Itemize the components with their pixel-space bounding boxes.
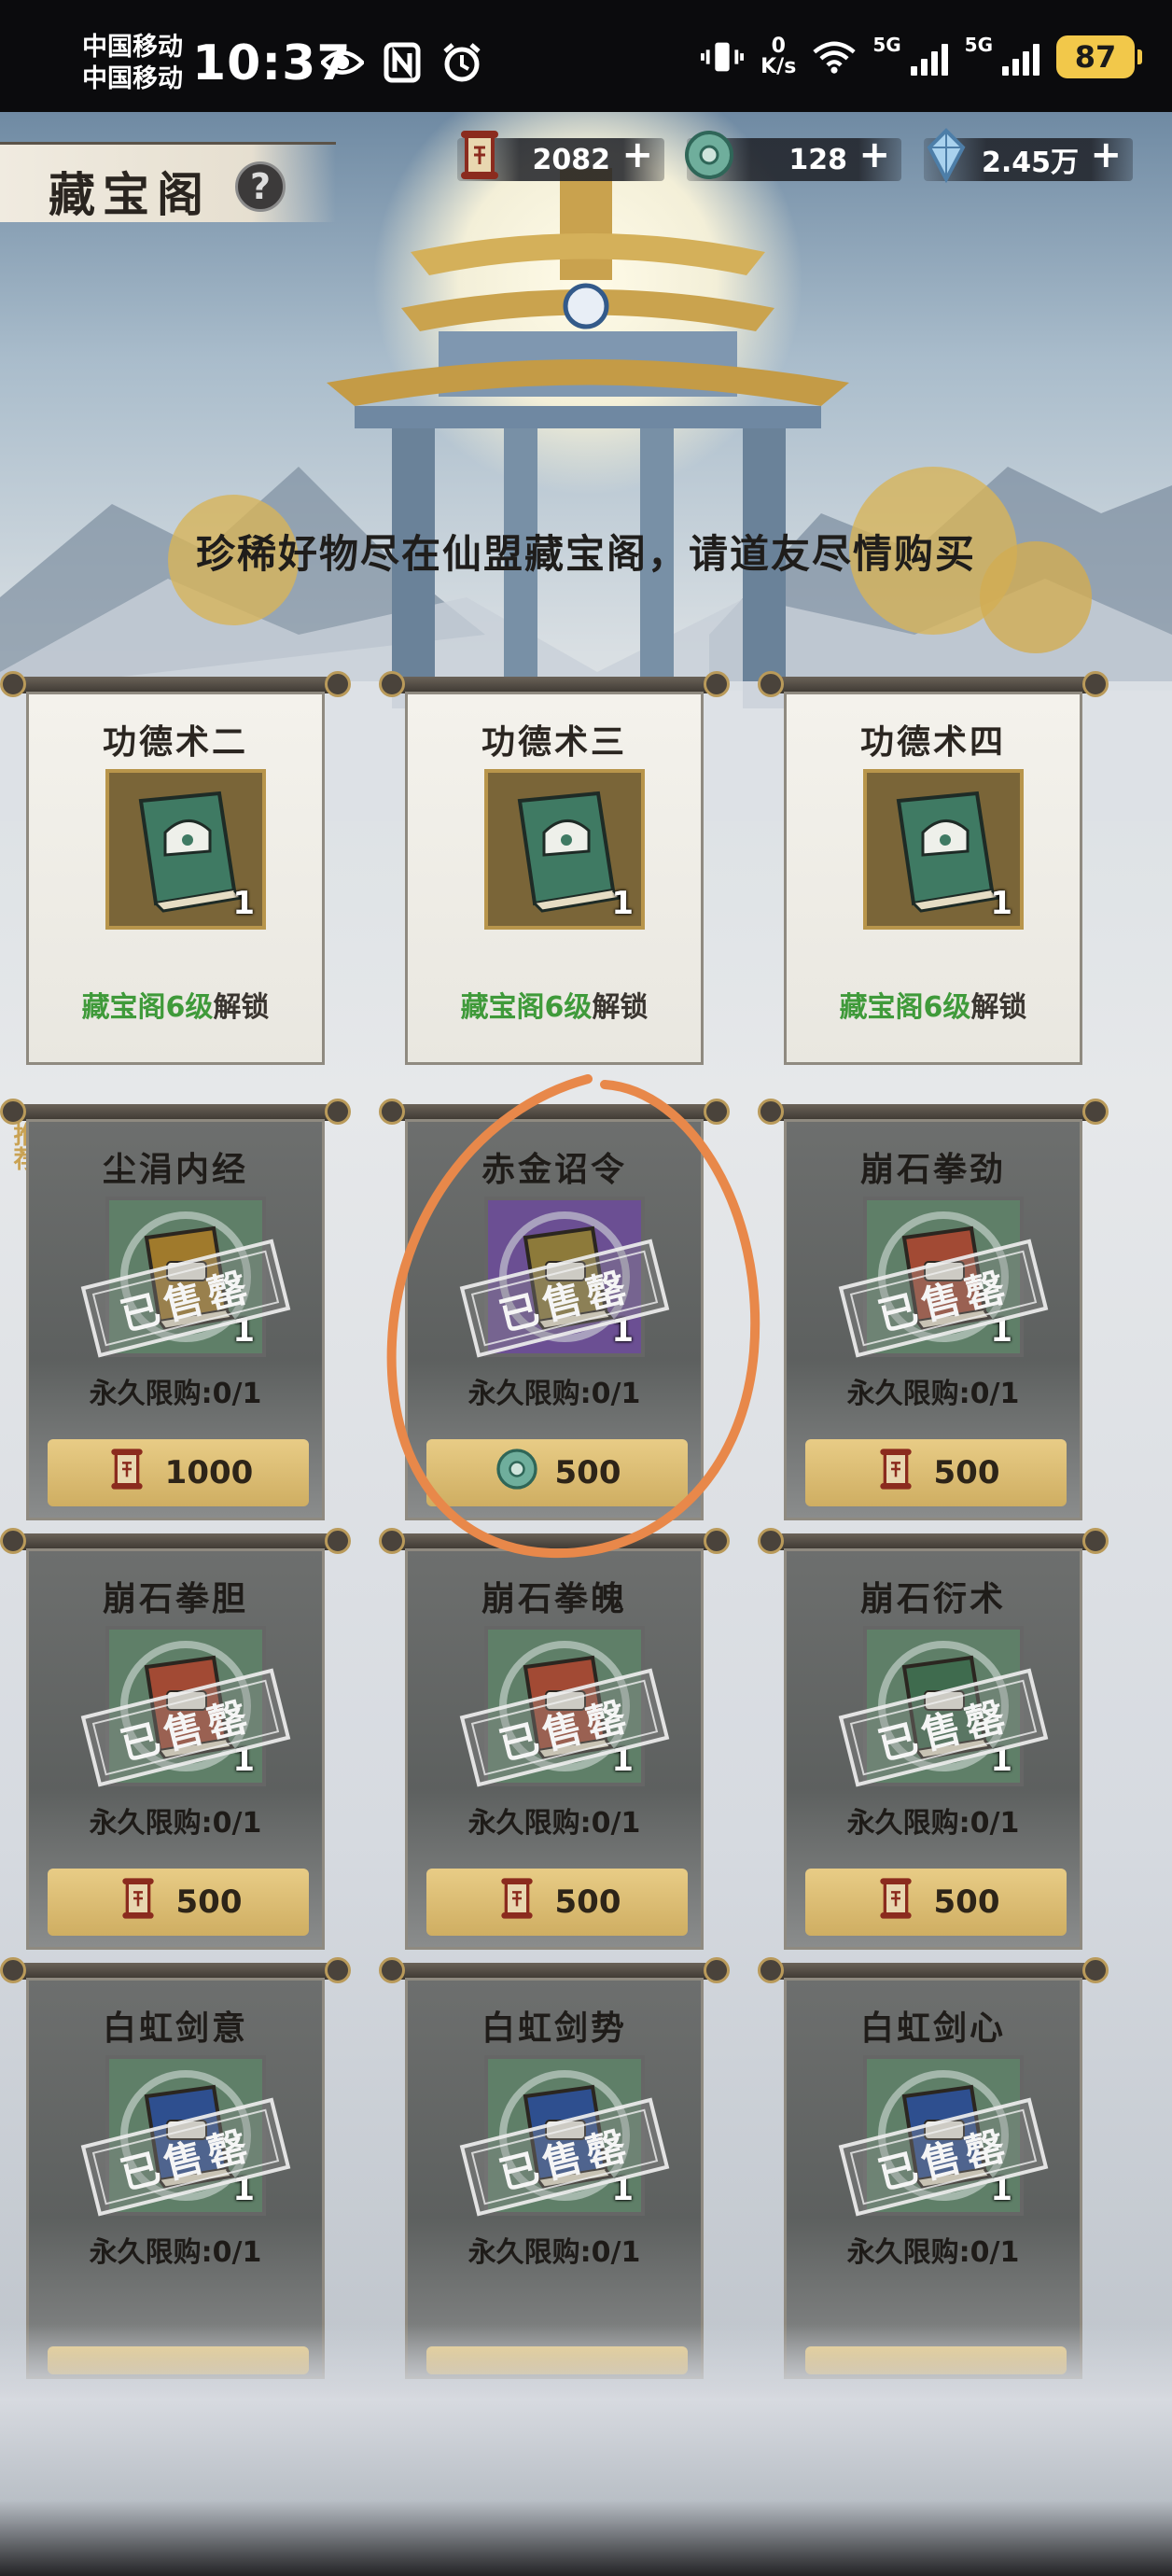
unlock-requirement: 藏宝阁6级解锁 <box>408 984 701 1025</box>
signal-bars-icon <box>1002 38 1039 76</box>
price-button[interactable]: 500 <box>426 1869 688 1936</box>
item-name: 崩石衍术 <box>859 1579 1006 1618</box>
price-button[interactable]: 500 <box>805 1869 1067 1936</box>
item-name: 白虹剑心 <box>859 2009 1006 2048</box>
add-scroll-token-button[interactable]: + <box>621 134 653 175</box>
item-name: 崩石拳劲 <box>859 1150 1006 1189</box>
price-value: 1000 <box>164 1454 254 1491</box>
price-value: 500 <box>933 1454 1000 1491</box>
item-quantity: 1 <box>611 885 634 922</box>
wifi-icon <box>813 35 856 78</box>
purchase-limit: 永久限购:0/1 <box>467 1807 641 1840</box>
page-title: 藏宝阁 <box>49 167 211 222</box>
unlock-suffix: 解锁 <box>592 991 649 1024</box>
signal-type-1: 5G <box>872 34 901 56</box>
card-body: 功德术四 1 藏宝阁6级解锁 <box>784 692 1082 1065</box>
status-icons <box>321 41 483 84</box>
help-button[interactable]: ? <box>235 161 286 212</box>
item-name: 崩石拳魄 <box>481 1579 627 1618</box>
unlock-level: 藏宝阁6级 <box>81 991 214 1024</box>
nfc-icon <box>381 41 424 84</box>
purchase-limit: 永久限购:0/1 <box>467 2236 641 2269</box>
scroll-token-icon <box>494 1875 540 1930</box>
card-body: 崩石拳胆 1 已售罄 永久限购:0/1 500 <box>26 1548 325 1950</box>
unlock-requirement: 藏宝阁6级解锁 <box>29 984 322 1025</box>
spirit-crystal-icon <box>918 127 974 184</box>
card-body: 功德术二 1 藏宝阁6级解锁 <box>26 692 325 1065</box>
purchase-limit: 永久限购:0/1 <box>846 2236 1020 2269</box>
price-button[interactable]: 1000 <box>48 1439 309 1506</box>
item-name: 尘涓内经 <box>102 1150 248 1189</box>
price-value: 500 <box>554 1883 621 1921</box>
alarm-icon <box>440 41 483 84</box>
item-name: 白虹剑意 <box>102 2009 248 2048</box>
item-name: 功德术二 <box>102 722 248 762</box>
page-title-plate: 藏宝阁 ? <box>0 142 336 222</box>
item-icon-frame: 1 <box>863 769 1024 930</box>
purchase-limit: 永久限购:0/1 <box>846 1807 1020 1840</box>
status-right: 0 K/s 5G 5G 87 <box>701 34 1142 80</box>
price-value: 500 <box>554 1454 621 1491</box>
scroll-token-icon <box>104 1446 150 1501</box>
status-bar: 中国移动 中国移动 10:37 0 K/s 5G 5G 87 <box>0 0 1172 112</box>
item-name: 功德术三 <box>481 722 627 762</box>
item-quantity: 1 <box>232 885 255 922</box>
bottom-mist <box>0 2324 1172 2576</box>
carrier-labels: 中国移动 中国移动 <box>82 32 183 95</box>
card-body: 崩石拳魄 1 已售罄 永久限购:0/1 500 <box>405 1548 704 1950</box>
carrier-label: 中国移动 <box>82 33 183 62</box>
item-name: 白虹剑势 <box>481 2009 627 2048</box>
net-speed: 0 K/s <box>760 35 797 78</box>
scroll-token-icon <box>115 1875 161 1930</box>
purchase-limit: 永久限购:0/1 <box>89 1807 262 1840</box>
currency-spirit-crystal: 2.45万 + <box>924 128 1133 185</box>
scroll-token-icon <box>872 1446 919 1501</box>
card-body: 功德术三 1 藏宝阁6级解锁 <box>405 692 704 1065</box>
carrier-label: 中国移动 <box>82 64 183 93</box>
signal-bars-icon <box>910 38 948 76</box>
add-jade-coin-button[interactable]: + <box>858 134 890 175</box>
item-name: 赤金诏令 <box>481 1150 627 1189</box>
unlock-suffix: 解锁 <box>970 991 1027 1024</box>
scroll-token-icon <box>452 127 508 183</box>
shop-slogan: 珍稀好物尽在仙盟藏宝阁，请道友尽情购买 <box>195 531 976 577</box>
card-body: 赤金诏令 1 已售罄 永久限购:0/1 500 <box>405 1119 704 1520</box>
purchase-limit: 永久限购:0/1 <box>467 1378 641 1410</box>
eye-icon <box>321 41 364 84</box>
purchase-limit: 永久限购:0/1 <box>89 2236 262 2269</box>
jade-coin-icon <box>681 127 737 183</box>
currency-jade-coin: 128 + <box>685 131 901 185</box>
price-button[interactable]: 500 <box>426 1439 688 1506</box>
card-body: 白虹剑意 1 已售罄 永久限购:0/1 <box>26 1978 325 2379</box>
jade-coin-icon <box>494 1446 540 1501</box>
scroll-token-icon <box>872 1875 919 1930</box>
card-body: 崩石拳劲 1 已售罄 永久限购:0/1 500 <box>784 1119 1082 1520</box>
unlock-level: 藏宝阁6级 <box>460 991 593 1024</box>
unlock-requirement: 藏宝阁6级解锁 <box>787 984 1080 1025</box>
add-spirit-crystal-button[interactable]: + <box>1090 134 1122 175</box>
price-value: 500 <box>933 1883 1000 1921</box>
purchase-limit: 永久限购:0/1 <box>846 1378 1020 1410</box>
battery-icon: 87 <box>1056 35 1142 78</box>
vibrate-icon <box>701 35 745 78</box>
item-icon-frame: 1 <box>105 769 266 930</box>
unlock-level: 藏宝阁6级 <box>839 991 971 1024</box>
card-body: 尘涓内经 1 已售罄 永久限购:0/1 1000 <box>26 1119 325 1520</box>
card-body: 崩石衍术 1 已售罄 永久限购:0/1 500 <box>784 1548 1082 1950</box>
purchase-limit: 永久限购:0/1 <box>89 1378 262 1410</box>
price-button[interactable]: 500 <box>48 1869 309 1936</box>
signal-type-2: 5G <box>964 34 993 56</box>
treasure-pavilion-screen: 藏宝阁 ? 2082 + 128 + 2.45万 + 珍稀好物尽在仙盟藏宝阁，请… <box>0 112 1172 2576</box>
card-body: 白虹剑心 1 已售罄 永久限购:0/1 <box>784 1978 1082 2379</box>
unlock-suffix: 解锁 <box>213 991 270 1024</box>
item-icon-frame: 1 <box>484 769 645 930</box>
price-value: 500 <box>175 1883 243 1921</box>
price-button[interactable]: 500 <box>805 1439 1067 1506</box>
card-body: 白虹剑势 1 已售罄 永久限购:0/1 <box>405 1978 704 2379</box>
item-quantity: 1 <box>990 885 1012 922</box>
currency-scroll-token: 2082 + <box>457 131 664 185</box>
item-name: 崩石拳胆 <box>102 1579 248 1618</box>
item-name: 功德术四 <box>859 722 1006 762</box>
